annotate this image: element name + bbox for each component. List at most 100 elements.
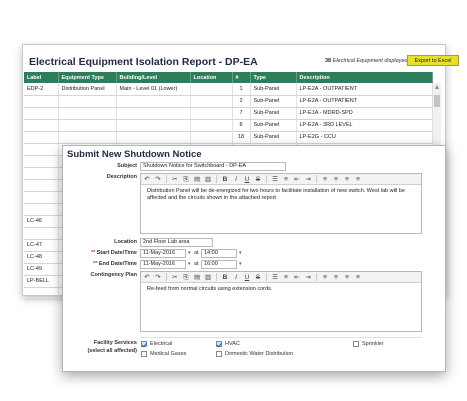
shutdown-notice-dialog: Submit New Shutdown Notice Subject Shutd… bbox=[62, 145, 446, 372]
copy-icon[interactable]: ⎘ bbox=[183, 175, 189, 184]
end-at-text: at bbox=[194, 261, 199, 267]
underline-icon[interactable]: U bbox=[244, 175, 250, 184]
numbered-list-icon[interactable]: ≡ bbox=[283, 273, 289, 282]
end-date-dropdown-icon[interactable]: ▾ bbox=[188, 261, 191, 267]
required-marker: ** bbox=[93, 261, 98, 267]
table-cell: LP-E2A - OUTPATIENT bbox=[296, 83, 433, 96]
column-header-location[interactable]: Location bbox=[190, 72, 233, 83]
bulleted-list-icon[interactable]: ☰ bbox=[272, 175, 278, 184]
start-time-dropdown-icon[interactable]: ▾ bbox=[239, 250, 242, 256]
column-header-description[interactable]: Description bbox=[296, 72, 433, 83]
bulleted-list-icon[interactable]: ☰ bbox=[272, 273, 278, 282]
outdent-icon[interactable]: ⇤ bbox=[294, 175, 300, 184]
table-cell: 8 bbox=[232, 119, 251, 132]
service-domestic-water-checkbox[interactable] bbox=[216, 351, 222, 357]
end-date-field[interactable]: 11-May-2016 bbox=[140, 260, 186, 269]
toolbar-divider bbox=[266, 273, 267, 281]
bold-icon[interactable]: B bbox=[222, 175, 228, 184]
subject-field[interactable]: Shutdown Notice for Switchboard - DP-EA bbox=[140, 162, 286, 171]
indent-icon[interactable]: ⇥ bbox=[305, 273, 311, 282]
description-editor[interactable]: ↶ ↷ ✂ ⎘ ▤ ▥ B I U S ☰ ≡ ⇤ ⇥ ≡ ≡ ≡ ≡ Dist… bbox=[140, 173, 422, 234]
toolbar-divider bbox=[166, 273, 167, 281]
table-cell bbox=[24, 227, 59, 240]
paste-icon[interactable]: ▤ bbox=[194, 175, 200, 184]
cut-icon[interactable]: ✂ bbox=[172, 175, 178, 184]
scroll-thumb[interactable] bbox=[434, 95, 440, 107]
start-date-dropdown-icon[interactable]: ▾ bbox=[188, 250, 191, 256]
italic-icon[interactable]: I bbox=[233, 175, 239, 184]
column-header-type[interactable]: Type bbox=[250, 72, 297, 83]
copy-icon[interactable]: ⎘ bbox=[183, 273, 189, 282]
export-to-excel-button[interactable]: Export to Excel bbox=[407, 55, 459, 66]
table-cell: LC-47 bbox=[24, 239, 59, 252]
service-medical-gases-checkbox[interactable] bbox=[141, 351, 147, 357]
column-header-label[interactable]: Label bbox=[24, 72, 59, 83]
table-cell: LP-E2A - OUTPATIENT bbox=[296, 95, 433, 108]
table-cell bbox=[24, 287, 59, 300]
table-row[interactable]: EDP-2 Distribution Panel Main - Level 01 (… bbox=[24, 83, 433, 96]
table-row[interactable]: 18 Sub-Panel LP-E2G - CCU bbox=[24, 131, 433, 144]
strikethrough-icon[interactable]: S bbox=[255, 175, 261, 184]
table-cell bbox=[24, 131, 59, 144]
table-cell bbox=[24, 167, 59, 180]
align-left-icon[interactable]: ≡ bbox=[322, 175, 328, 184]
redo-icon[interactable]: ↷ bbox=[155, 175, 161, 184]
underline-icon[interactable]: U bbox=[244, 273, 250, 282]
service-electrical[interactable]: Electrical bbox=[141, 341, 172, 347]
table-row[interactable]: 8 Sub-Panel LP-E2A - 3RD LEVEL bbox=[24, 119, 433, 132]
start-time-field[interactable]: 14:00 bbox=[201, 249, 237, 258]
numbered-list-icon[interactable]: ≡ bbox=[283, 175, 289, 184]
service-electrical-checkbox[interactable] bbox=[141, 341, 147, 347]
contingency-plan-text[interactable]: Re-feed from normal circuits using exten… bbox=[141, 283, 421, 296]
table-header-row: Label Equipment Type Building/Level Loca… bbox=[24, 72, 433, 83]
align-right-icon[interactable]: ≡ bbox=[344, 273, 350, 282]
scroll-up-arrow-icon[interactable] bbox=[435, 85, 439, 89]
table-row[interactable]: 7 Sub-Panel LP-E1A - MDRD-SPD bbox=[24, 107, 433, 120]
contingency-toolbar: ↶ ↷ ✂ ⎘ ▤ ▥ B I U S ☰ ≡ ⇤ ⇥ ≡ ≡ ≡ ≡ bbox=[141, 272, 421, 283]
start-date-field[interactable]: 11-May-2016 bbox=[140, 249, 186, 258]
italic-icon[interactable]: I bbox=[233, 273, 239, 282]
column-header-building-level[interactable]: Building/Level bbox=[116, 72, 191, 83]
service-hvac-checkbox[interactable] bbox=[216, 341, 222, 347]
undo-icon[interactable]: ↶ bbox=[144, 175, 150, 184]
service-domestic-water[interactable]: Domestic Water Distribution bbox=[216, 351, 293, 357]
service-hvac[interactable]: HVAC bbox=[216, 341, 240, 347]
strikethrough-icon[interactable]: S bbox=[255, 273, 261, 282]
paste-text-icon[interactable]: ▥ bbox=[205, 175, 211, 184]
bold-icon[interactable]: B bbox=[222, 273, 228, 282]
service-medical-gases[interactable]: Medical Gases bbox=[141, 351, 186, 357]
cut-icon[interactable]: ✂ bbox=[172, 273, 178, 282]
align-right-icon[interactable]: ≡ bbox=[344, 175, 350, 184]
service-hvac-label: HVAC bbox=[225, 341, 240, 347]
justify-icon[interactable]: ≡ bbox=[355, 273, 361, 282]
end-time-dropdown-icon[interactable]: ▾ bbox=[239, 261, 242, 267]
service-sprinkler-checkbox[interactable] bbox=[353, 341, 359, 347]
table-row[interactable]: 2 Sub-Panel LP-E2A - OUTPATIENT bbox=[24, 95, 433, 108]
table-cell bbox=[24, 179, 59, 192]
column-header-number[interactable]: # bbox=[232, 72, 251, 83]
table-cell bbox=[24, 119, 59, 132]
justify-icon[interactable]: ≡ bbox=[355, 175, 361, 184]
undo-icon[interactable]: ↶ bbox=[144, 273, 150, 282]
align-left-icon[interactable]: ≡ bbox=[322, 273, 328, 282]
outdent-icon[interactable]: ⇤ bbox=[294, 273, 300, 282]
paste-text-icon[interactable]: ▥ bbox=[205, 273, 211, 282]
indent-icon[interactable]: ⇥ bbox=[305, 175, 311, 184]
table-cell bbox=[116, 119, 191, 132]
redo-icon[interactable]: ↷ bbox=[155, 273, 161, 282]
end-datetime-label-text: End Date/Time bbox=[98, 261, 137, 267]
table-cell bbox=[116, 131, 191, 144]
align-center-icon[interactable]: ≡ bbox=[333, 273, 339, 282]
description-text[interactable]: Distribution Panel will be de-energized … bbox=[141, 185, 421, 205]
toolbar-divider bbox=[316, 175, 317, 183]
align-center-icon[interactable]: ≡ bbox=[333, 175, 339, 184]
contingency-plan-editor[interactable]: ↶ ↷ ✂ ⎘ ▤ ▥ B I U S ☰ ≡ ⇤ ⇥ ≡ ≡ ≡ ≡ Re-f… bbox=[140, 271, 422, 332]
column-header-equipment-type[interactable]: Equipment Type bbox=[58, 72, 117, 83]
table-cell: EDP-2 bbox=[24, 83, 59, 96]
service-sprinkler[interactable]: Sprinkler bbox=[353, 341, 384, 347]
end-time-field[interactable]: 16:00 bbox=[201, 260, 237, 269]
paste-icon[interactable]: ▤ bbox=[194, 273, 200, 282]
location-field[interactable]: 2nd Floor Lab area bbox=[140, 238, 213, 247]
table-cell: LC-48 bbox=[24, 251, 59, 264]
table-cell: Sub-Panel bbox=[250, 131, 297, 144]
